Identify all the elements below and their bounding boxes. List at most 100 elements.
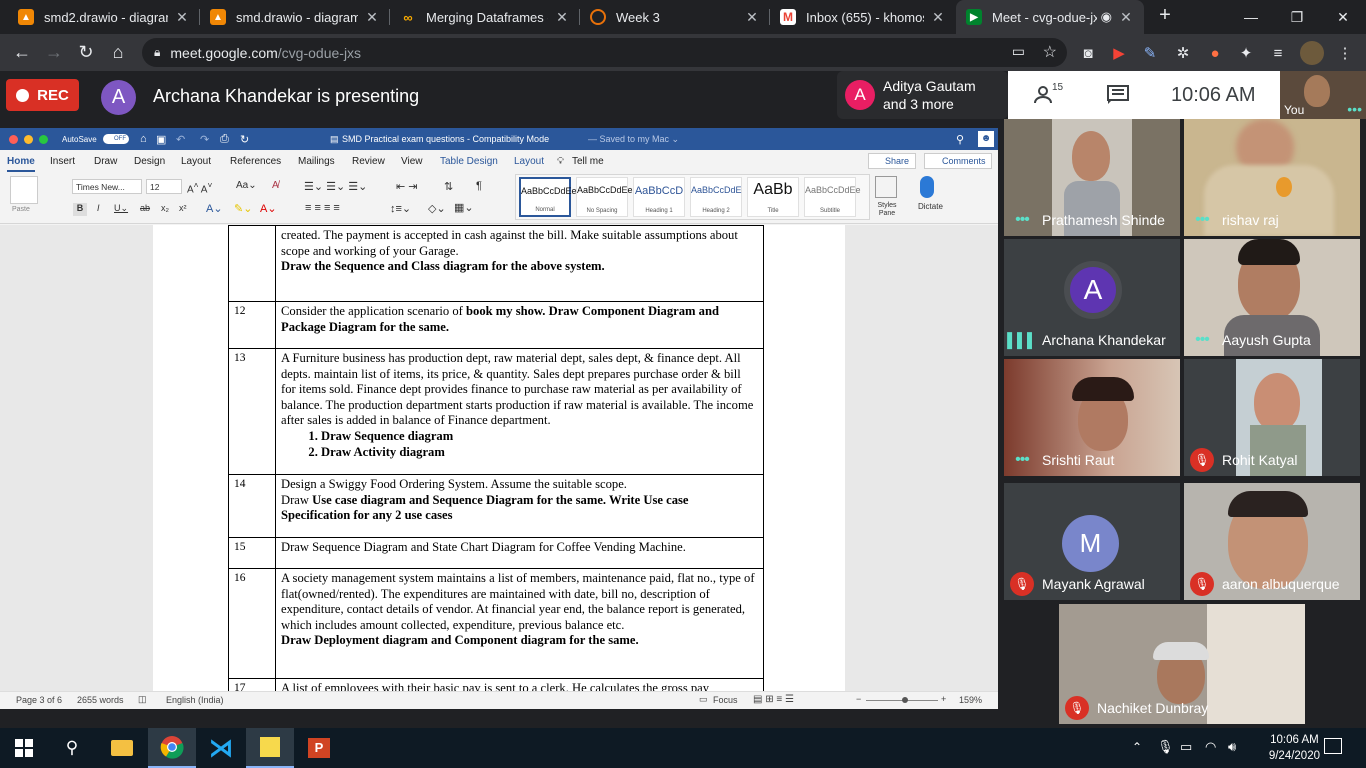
proofing-icon[interactable]: ◫ bbox=[138, 694, 147, 705]
paste-icon[interactable] bbox=[10, 176, 38, 204]
pen-extension-icon[interactable]: ✎ bbox=[1138, 41, 1162, 65]
back-icon[interactable]: ← bbox=[6, 37, 38, 69]
focus-icon[interactable]: ▭ bbox=[699, 694, 708, 705]
tab-insert[interactable]: Insert bbox=[50, 156, 75, 167]
undo-icon[interactable]: ↶ bbox=[176, 133, 185, 146]
bookmark-star-icon[interactable]: ☆ bbox=[1043, 42, 1057, 62]
system-clock[interactable]: 10:06 AM 9/24/2020 bbox=[1269, 732, 1320, 764]
home-icon[interactable]: ⌂ bbox=[140, 133, 147, 145]
view-mode-icons[interactable]: ▤ ⊞ ≡ ☰ bbox=[753, 694, 794, 705]
zoom-in-icon[interactable]: + bbox=[941, 694, 946, 704]
style-no-spacing[interactable]: AaBbCcDdEe No Spacing bbox=[576, 177, 633, 217]
tab-draw[interactable]: Draw bbox=[94, 156, 117, 167]
share-button[interactable]: Share bbox=[868, 153, 916, 169]
browser-tab[interactable]: Week 3 ✕ bbox=[580, 0, 770, 34]
start-button[interactable] bbox=[0, 728, 48, 768]
clear-format-icon[interactable]: A̸ bbox=[272, 180, 279, 191]
zoom-slider-thumb[interactable] bbox=[902, 697, 908, 703]
tab-table-layout[interactable]: Layout bbox=[514, 156, 544, 167]
close-tab-icon[interactable]: ✕ bbox=[1118, 9, 1134, 26]
subscript-button[interactable]: x₂ bbox=[161, 203, 169, 213]
microphone-tray-icon[interactable]: 🎙︎ bbox=[1157, 739, 1174, 755]
browser-tab[interactable]: ▲ smd2.drawio - diagrams. ✕ bbox=[8, 0, 200, 34]
microphone-icon[interactable] bbox=[920, 176, 934, 198]
close-tab-icon[interactable]: ✕ bbox=[744, 9, 760, 26]
close-tab-icon[interactable]: ✕ bbox=[554, 9, 570, 26]
sort-icon[interactable]: ⇅ bbox=[444, 180, 453, 193]
close-tab-icon[interactable]: ✕ bbox=[174, 9, 190, 26]
font-size-dropdown[interactable]: 12 bbox=[146, 179, 182, 194]
customize-icon[interactable]: ↻ bbox=[240, 133, 249, 146]
wifi-icon[interactable]: ◠ bbox=[1205, 739, 1216, 755]
bold-button[interactable]: B bbox=[73, 203, 87, 216]
volume-icon[interactable]: 🔊︎ bbox=[1228, 739, 1236, 755]
text-effects-icon[interactable]: A⌄ bbox=[206, 202, 223, 215]
indent-icon[interactable]: ⇤ ⇥ bbox=[396, 180, 418, 193]
tab-design[interactable]: Design bbox=[134, 156, 165, 167]
superscript-button[interactable]: x² bbox=[179, 203, 187, 213]
tab-review[interactable]: Review bbox=[352, 156, 385, 167]
sticky-notes-icon[interactable] bbox=[246, 728, 294, 768]
zoom-out-icon[interactable]: − bbox=[856, 694, 861, 704]
pilcrow-icon[interactable]: ¶ bbox=[476, 180, 482, 192]
style-heading-2[interactable]: AaBbCcDdE Heading 2 bbox=[690, 177, 742, 217]
search-icon[interactable]: ⚲ bbox=[956, 133, 964, 146]
style-subtitle[interactable]: AaBbCcDdEe Subtitle bbox=[804, 177, 861, 217]
strikethrough-button[interactable]: ab bbox=[140, 203, 150, 213]
puzzle-icon[interactable]: ✦ bbox=[1234, 41, 1258, 65]
align-icons[interactable]: ≡ ≡ ≡ ≡ bbox=[305, 202, 340, 214]
grow-font-icon[interactable]: A˄ A˅ bbox=[187, 180, 212, 195]
tell-me-search[interactable]: Tell me bbox=[572, 156, 604, 167]
search-icon[interactable]: ⚲ bbox=[48, 728, 96, 768]
show-hidden-icons[interactable]: ⌃ bbox=[1132, 740, 1142, 754]
camera-icon[interactable]: ◙ bbox=[1076, 41, 1100, 65]
close-tab-icon[interactable]: ✕ bbox=[364, 9, 380, 26]
menu-icon[interactable]: ⋮ bbox=[1333, 41, 1357, 65]
tab-home[interactable]: Home bbox=[7, 156, 35, 172]
line-spacing-icon[interactable]: ↕≡⌄ bbox=[390, 202, 411, 215]
browser-tab[interactable]: ▲ smd.drawio - diagrams. ✕ bbox=[200, 0, 390, 34]
battery-icon[interactable]: ▭ bbox=[1180, 739, 1192, 755]
new-tab-button[interactable]: + bbox=[1152, 4, 1178, 30]
notifications-icon[interactable] bbox=[1324, 738, 1342, 754]
close-tab-icon[interactable]: ✕ bbox=[930, 9, 946, 26]
comments-button[interactable]: Comments bbox=[924, 153, 992, 169]
minimize-icon[interactable]: — bbox=[1228, 0, 1274, 34]
print-icon[interactable]: ⎙ bbox=[220, 133, 229, 146]
restore-icon[interactable]: ❐ bbox=[1274, 0, 1320, 34]
browser-tab[interactable]: ∞ Merging Dataframes - ✕ bbox=[390, 0, 580, 34]
zoom-icon[interactable] bbox=[39, 135, 48, 144]
highlight-icon[interactable]: ✎⌄ bbox=[234, 202, 252, 215]
chrome-icon[interactable] bbox=[148, 728, 196, 768]
style-normal[interactable]: AaBbCcDdEe Normal bbox=[519, 177, 577, 217]
vscode-icon[interactable]: ⋊ bbox=[197, 728, 245, 768]
media-control-icon[interactable]: ≡ bbox=[1266, 41, 1290, 65]
tab-table-design[interactable]: Table Design bbox=[440, 156, 498, 167]
borders-icon[interactable]: ▦⌄ bbox=[454, 201, 474, 214]
close-window-icon[interactable]: ✕ bbox=[1320, 0, 1366, 34]
tab-references[interactable]: References bbox=[230, 156, 281, 167]
user-icon[interactable]: ☻ bbox=[978, 131, 994, 147]
address-bar[interactable]: 🔒︎ meet.google.com/cvg-odue-jxs ▭ ☆ bbox=[142, 38, 1067, 67]
style-title[interactable]: AaBb Title bbox=[747, 177, 799, 217]
style-heading-1[interactable]: AaBbCcD Heading 1 bbox=[633, 177, 685, 217]
file-explorer-icon[interactable] bbox=[98, 728, 146, 768]
close-icon[interactable] bbox=[9, 135, 18, 144]
forward-icon[interactable]: → bbox=[38, 37, 70, 69]
reload-icon[interactable]: ↻ bbox=[70, 37, 102, 69]
recorder-extension-icon[interactable]: ● bbox=[1203, 41, 1227, 65]
styles-pane-icon[interactable] bbox=[875, 176, 897, 198]
underline-button[interactable]: U⌄ bbox=[114, 203, 128, 214]
autosave-toggle[interactable]: OFF bbox=[103, 134, 129, 144]
italic-button[interactable]: I bbox=[97, 203, 100, 213]
browser-tab-active[interactable]: ▶ Meet - cvg-odue-jx ◉ ✕ bbox=[956, 0, 1144, 34]
home-icon[interactable]: ⌂ bbox=[102, 37, 134, 69]
screencast-extension-icon[interactable]: ▶ bbox=[1107, 41, 1131, 65]
profile-avatar[interactable] bbox=[1300, 41, 1324, 65]
save-icon[interactable]: ▣ bbox=[156, 133, 166, 146]
minimize-icon[interactable] bbox=[24, 135, 33, 144]
extension-icon[interactable]: ✲ bbox=[1171, 41, 1195, 65]
powerpoint-icon[interactable]: P bbox=[295, 728, 343, 768]
shading-icon[interactable]: ◇⌄ bbox=[428, 202, 446, 215]
font-name-dropdown[interactable]: Times New... bbox=[72, 179, 142, 194]
